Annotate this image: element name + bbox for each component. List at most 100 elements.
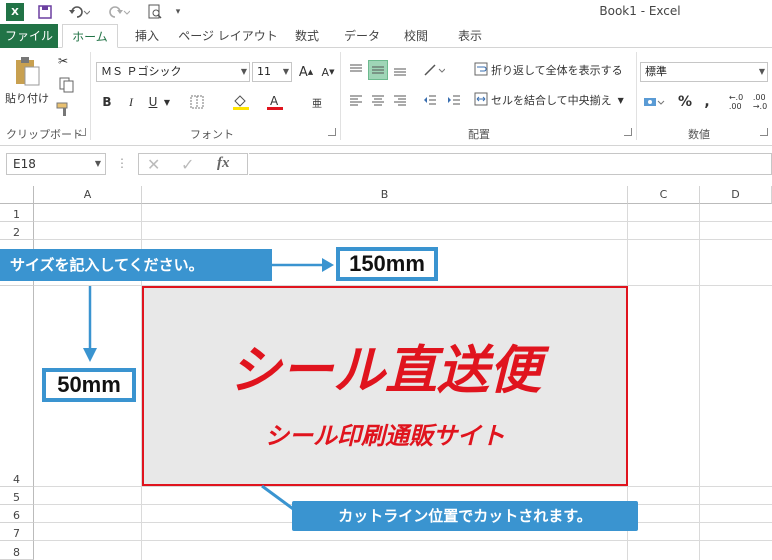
merge-center-button[interactable]: セルを結合して中央揃え ▼ (474, 90, 630, 110)
copy-icon[interactable] (54, 76, 80, 94)
insert-function-button[interactable]: fx (217, 155, 230, 172)
font-launcher-icon[interactable] (328, 128, 336, 136)
number-format-select[interactable]: 標準 ▼ (640, 62, 768, 82)
gridline (34, 540, 772, 541)
width-value-box[interactable]: 150mm (336, 247, 438, 281)
excel-logo-icon: X (6, 3, 24, 21)
decrease-indent-icon[interactable] (420, 90, 440, 110)
decrease-decimal-icon[interactable]: .00 →.0 (750, 92, 770, 112)
font-color-icon[interactable]: A (262, 92, 288, 112)
column-header-a[interactable]: A (34, 186, 142, 204)
tab-home[interactable]: ホーム (62, 24, 118, 48)
row-header-6[interactable]: 6 (0, 505, 34, 523)
cut-icon[interactable]: ✂ (54, 52, 72, 70)
ribbon-divider (90, 52, 91, 140)
comma-button[interactable]: , (700, 92, 714, 112)
save-icon[interactable] (36, 3, 54, 21)
tab-insert[interactable]: 挿入 (124, 24, 170, 48)
wrap-text-button[interactable]: 折り返して全体を表示する (474, 60, 626, 80)
enter-icon[interactable]: ✓ (181, 155, 194, 174)
grow-font-icon[interactable]: A ▲ (296, 62, 316, 82)
italic-button[interactable]: I (122, 92, 140, 112)
ribbon-divider (340, 52, 341, 140)
column-header-b[interactable]: B (142, 186, 628, 204)
align-center-icon[interactable] (368, 90, 388, 110)
more-icon[interactable]: ⋮ (116, 156, 128, 170)
font-name-value: ＭＳ Ｐゴシック (101, 65, 182, 78)
underline-button[interactable]: U (144, 92, 162, 112)
ribbon-tabs: ファイル ホーム 挿入 ページ レイアウト 数式 データ 校閲 表示 (0, 24, 772, 48)
borders-icon[interactable] (184, 92, 210, 112)
chevron-down-icon: ▼ (758, 67, 765, 76)
label-main-text: シール直送便 (228, 341, 541, 401)
row-header-4[interactable]: 4 (0, 286, 34, 487)
align-right-icon[interactable] (390, 90, 410, 110)
column-header-d[interactable]: D (700, 186, 772, 204)
alignment-launcher-icon[interactable] (624, 128, 632, 136)
phonetic-icon[interactable]: 亜 (304, 92, 330, 112)
row-header-5[interactable]: 5 (0, 487, 34, 505)
height-value-box[interactable]: 50mm (42, 368, 136, 402)
paste-icon[interactable] (8, 54, 46, 88)
cancel-icon[interactable]: ✕ (147, 155, 160, 174)
fill-color-icon[interactable] (226, 92, 256, 112)
align-bottom-icon[interactable] (390, 60, 410, 80)
svg-text:A: A (270, 94, 279, 108)
font-name-select[interactable]: ＭＳ Ｐゴシック ▼ (96, 62, 250, 82)
merge-center-label: セルを結合して中央揃え (491, 94, 612, 107)
gridline (34, 221, 772, 222)
number-launcher-icon[interactable] (760, 128, 768, 136)
font-size-select[interactable]: 11 ▼ (252, 62, 292, 82)
tab-review[interactable]: 校閲 (394, 24, 438, 48)
window-title: Book1 - Excel (599, 4, 681, 18)
print-preview-icon[interactable] (146, 3, 164, 21)
increase-indent-icon[interactable] (444, 90, 464, 110)
tab-data[interactable]: データ (338, 24, 386, 48)
name-box[interactable]: E18 ▼ (6, 153, 106, 175)
align-middle-icon[interactable] (368, 60, 388, 80)
gridline (34, 486, 772, 487)
chevron-down-icon[interactable]: ▼ (162, 92, 172, 112)
chevron-down-icon: ▼ (240, 67, 247, 76)
format-painter-icon[interactable] (54, 100, 72, 118)
gridline (699, 204, 700, 560)
undo-icon[interactable] (66, 3, 92, 21)
percent-button[interactable]: % (676, 92, 694, 112)
tab-file[interactable]: ファイル (0, 24, 58, 48)
tab-page-layout[interactable]: ページ レイアウト (178, 24, 278, 48)
formula-input[interactable] (249, 153, 772, 175)
wrap-text-label: 折り返して全体を表示する (491, 64, 623, 77)
customize-qat-icon[interactable]: ▾ (172, 3, 184, 21)
accounting-format-icon[interactable] (640, 92, 668, 112)
number-group-label: 数値 (688, 128, 710, 141)
clipboard-launcher-icon[interactable] (78, 128, 86, 136)
chevron-down-icon: ▼ (94, 159, 101, 168)
column-header-c[interactable]: C (628, 186, 700, 204)
increase-decimal-icon[interactable]: ←.0.00 (726, 92, 746, 112)
tab-formulas[interactable]: 数式 (286, 24, 328, 48)
label-preview-box: シール直送便 シール印刷通販サイト (142, 286, 628, 486)
select-all-corner[interactable] (0, 186, 34, 204)
row-header-7[interactable]: 7 (0, 523, 34, 541)
formula-bar: E18 ▼ ⋮ ✕ ✓ fx (0, 146, 772, 186)
right-arrow-icon (272, 258, 334, 272)
row-header-2[interactable]: 2 (0, 222, 34, 240)
chevron-down-icon: ▼ (282, 67, 289, 76)
down-arrow-icon (83, 286, 97, 362)
orientation-icon[interactable] (420, 60, 448, 80)
redo-icon[interactable] (106, 3, 132, 21)
number-format-value: 標準 (645, 65, 667, 78)
align-top-icon[interactable] (346, 60, 366, 80)
alignment-group-label: 配置 (468, 128, 490, 141)
paste-button[interactable]: 貼り付け (4, 90, 50, 106)
size-instruction-callout: サイズを記入してください。 (0, 249, 272, 281)
row-header-8[interactable]: 8 (0, 541, 34, 560)
align-left-icon[interactable] (346, 90, 366, 110)
row-header-1[interactable]: 1 (0, 204, 34, 222)
cut-line-callout: カットライン位置でカットされます。 (292, 501, 638, 531)
bold-button[interactable]: B (98, 92, 116, 112)
tab-view[interactable]: 表示 (448, 24, 492, 48)
font-size-value: 11 (257, 65, 271, 78)
shrink-font-icon[interactable]: A ▼ (318, 62, 338, 82)
title-bar: X ▾ Book1 - Excel (0, 0, 772, 24)
